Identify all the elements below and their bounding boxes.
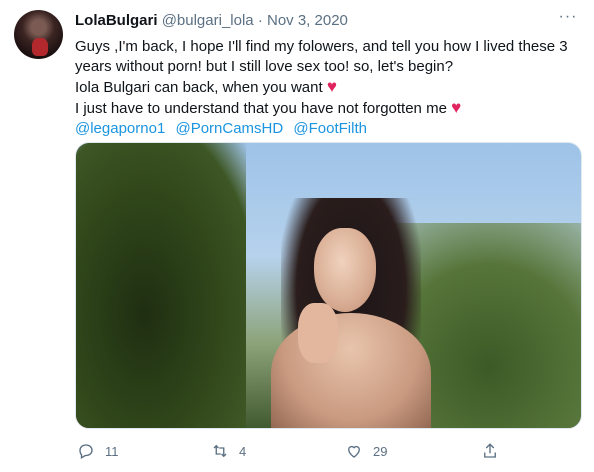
share-button[interactable] [481, 440, 499, 462]
mentions: @legaporno1 @PornCamsHD @FootFilth [75, 119, 580, 139]
mention-link[interactable]: @legaporno1 [75, 120, 165, 137]
tweet[interactable]: LolaBulgari @bulgari_lola · Nov 3, 2020 … [0, 0, 594, 472]
heart-outline-icon [348, 445, 360, 458]
tweet-line-1: Guys ,I'm back, I hope I'll find my folo… [75, 38, 568, 55]
red-heart-emoji: ♥ [451, 98, 462, 117]
tweet-line-4: I just have to understand that you have … [75, 98, 580, 119]
share-icon [484, 443, 496, 458]
more-options-icon[interactable]: ··· [558, 9, 578, 30]
display-name[interactable]: LolaBulgari [75, 12, 158, 29]
retweet-count: 4 [239, 443, 247, 459]
tweet-actions: 11 4 29 [75, 440, 580, 462]
reply-count: 11 [105, 443, 119, 459]
retweet-button[interactable]: 4 [211, 440, 246, 462]
avatar[interactable] [14, 10, 63, 59]
photo-trees-left [76, 143, 246, 428]
photo-subject-face [314, 228, 376, 312]
like-count: 29 [373, 443, 388, 459]
like-button[interactable]: 29 [345, 440, 387, 462]
tweet-header: LolaBulgari @bulgari_lola · Nov 3, 2020 [75, 11, 348, 31]
red-heart-emoji: ♥ [326, 77, 337, 96]
photo-subject-shoulder [271, 313, 431, 428]
avatar-detail [32, 38, 48, 56]
photo-subject-hand [298, 303, 338, 363]
tweet-line-3-text: Iola Bulgari can back, when you want [75, 79, 323, 96]
retweet-icon [213, 444, 227, 458]
tweet-line-3: Iola Bulgari can back, when you want ♥ [75, 77, 580, 98]
separator: · [257, 12, 263, 29]
reply-icon [79, 444, 93, 459]
timestamp[interactable]: Nov 3, 2020 [267, 12, 348, 29]
tweet-line-2: years without porn! but I still love sex… [75, 58, 454, 75]
mention-link[interactable]: @FootFilth [293, 120, 367, 137]
tweet-line-4-text: I just have to understand that you have … [75, 100, 447, 117]
reply-button[interactable]: 11 [77, 440, 119, 462]
tweet-text: Guys ,I'm back, I hope I'll find my folo… [75, 37, 580, 139]
tweet-photo[interactable] [75, 142, 582, 429]
handle[interactable]: @bulgari_lola [162, 12, 254, 29]
mention-link[interactable]: @PornCamsHD [175, 120, 283, 137]
